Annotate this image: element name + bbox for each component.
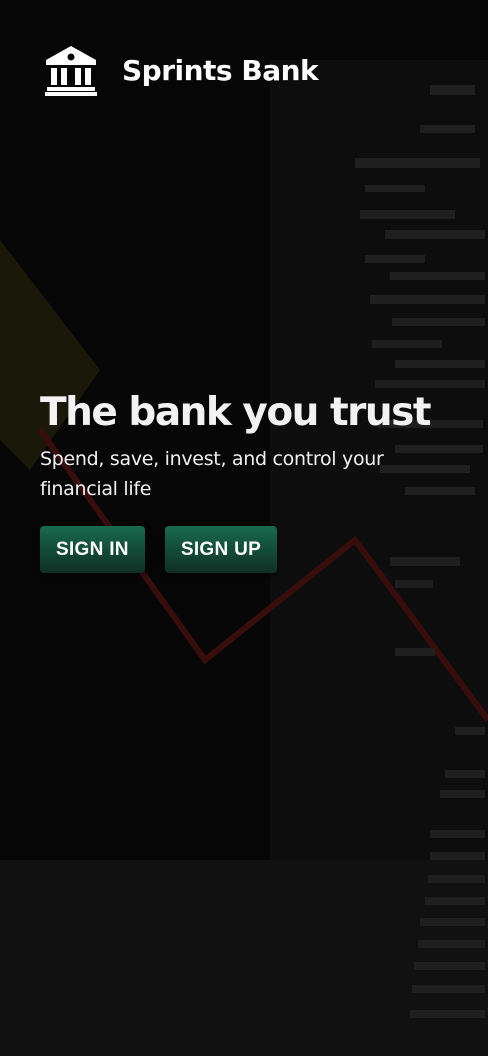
hero-title: The bank you trust: [40, 390, 431, 435]
hero-subtitle: Spend, save, invest, and control your fi…: [40, 448, 384, 500]
brand-name: Sprints Bank: [122, 53, 319, 87]
sign-up-button[interactable]: SIGN UP: [164, 526, 278, 573]
header: Sprints Bank: [44, 44, 319, 96]
auth-actions: SIGN IN SIGN UP: [40, 526, 470, 573]
hero-section: The bank you trust Spend, save, invest, …: [40, 388, 470, 573]
bank-icon: [45, 46, 97, 96]
sign-in-button[interactable]: SIGN IN: [40, 526, 145, 573]
